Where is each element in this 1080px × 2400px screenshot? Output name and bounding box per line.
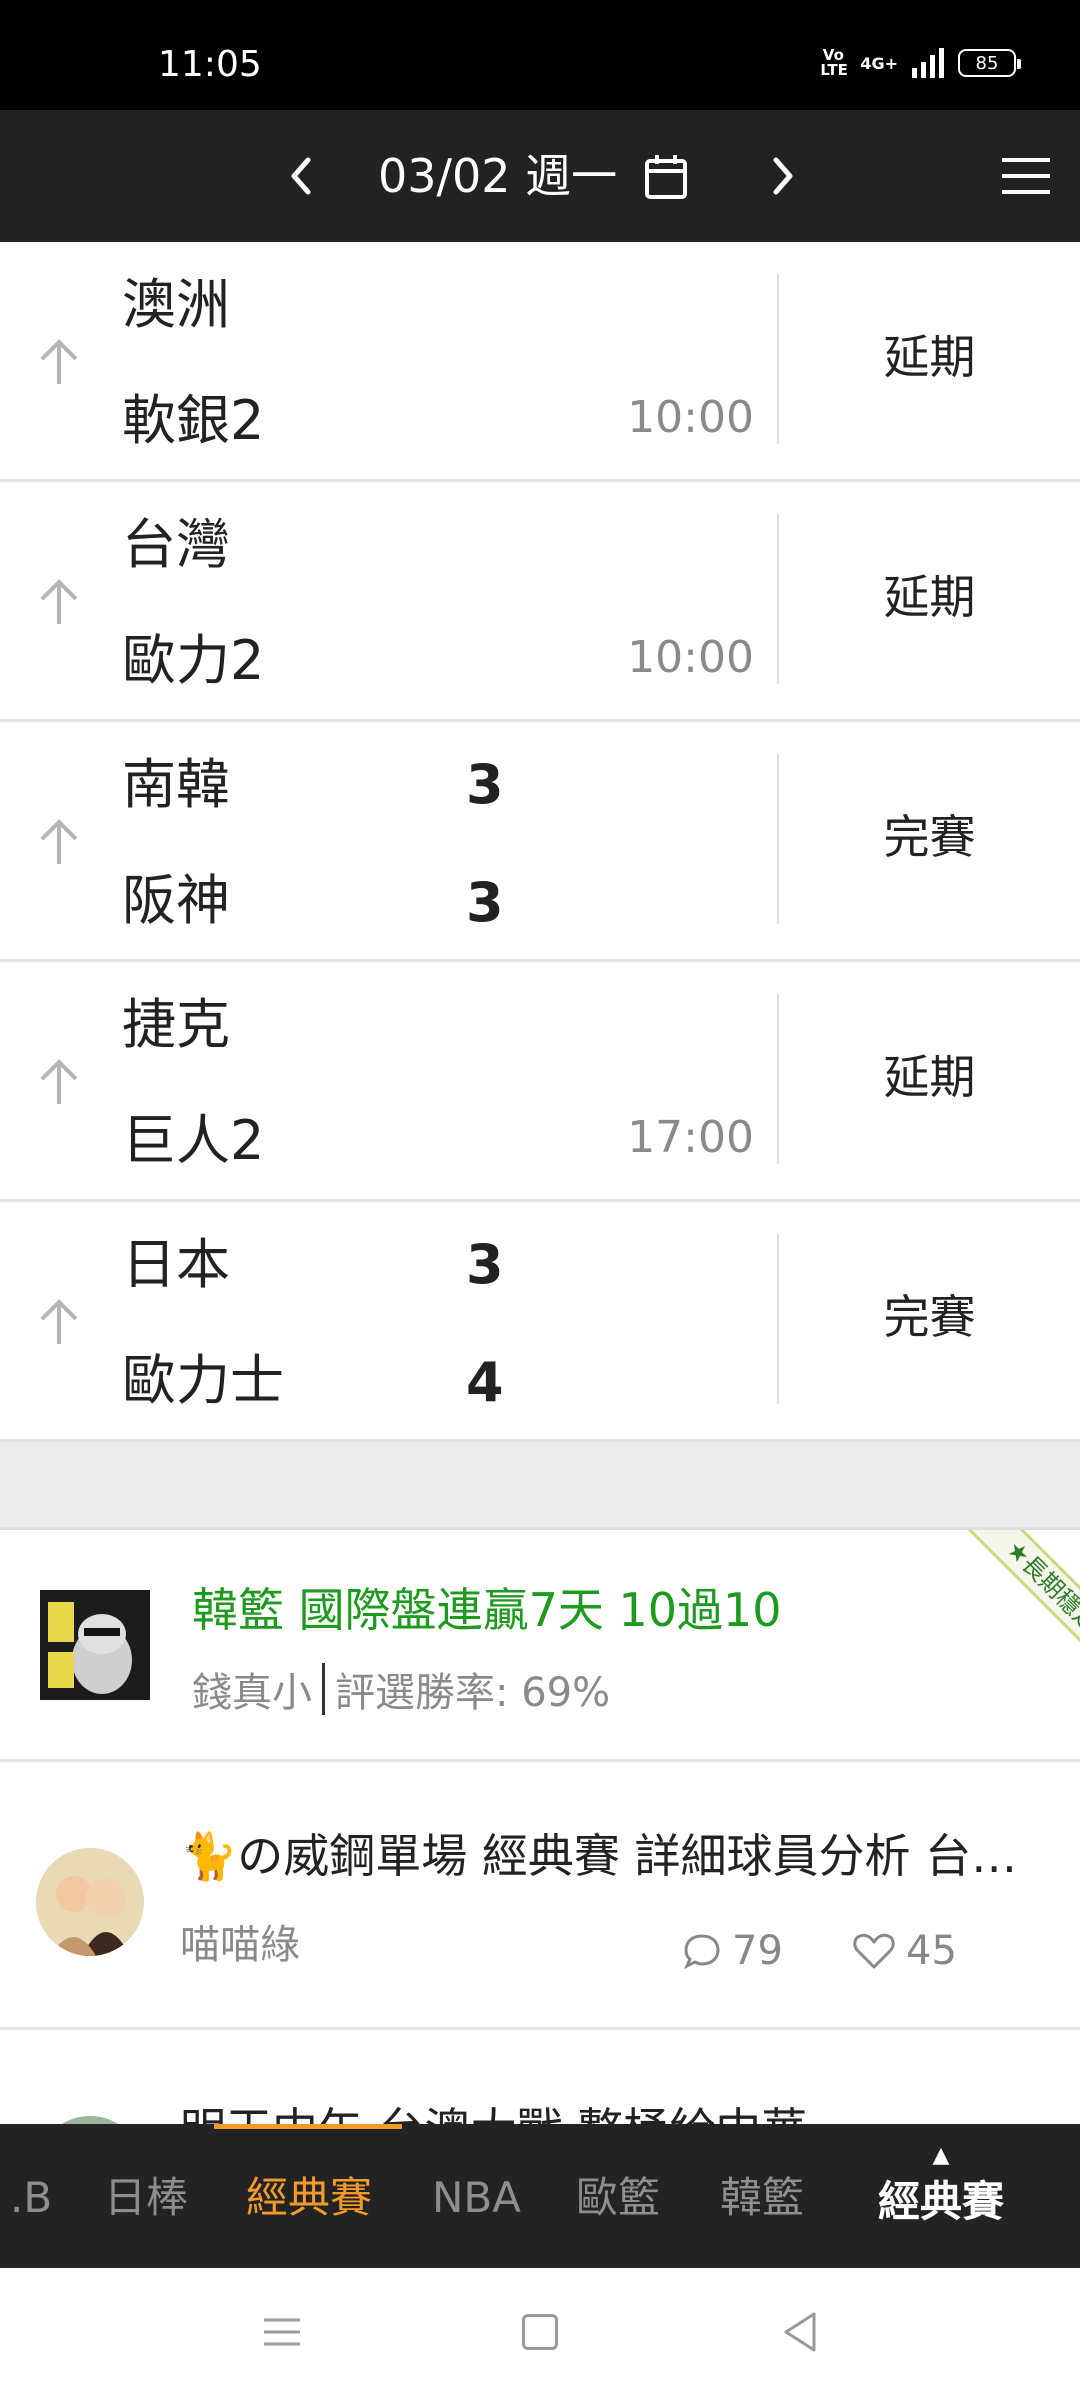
meta-divider: [322, 1663, 325, 1715]
tab-nba[interactable]: NBA: [432, 2168, 521, 2228]
home-team: 軟銀2: [122, 389, 265, 452]
badge-label: ★長期穩定★: [961, 1530, 1080, 1680]
tab-wbc[interactable]: 經典賽: [246, 2168, 372, 2228]
game-row[interactable]: 澳洲 軟銀2 10:00 延期: [0, 242, 1080, 482]
chevron-left-icon[interactable]: [272, 146, 332, 206]
status-bar: 11:05 Vo LTE 4G+ 85: [0, 0, 1080, 110]
pin-top-icon[interactable]: [34, 1054, 84, 1110]
home-icon[interactable]: [522, 2314, 558, 2350]
comment-count-label: 79: [732, 1928, 783, 1974]
home-team: 阪神: [122, 869, 230, 932]
game-row[interactable]: 南韓 阪神 3 3 完賽: [0, 722, 1080, 962]
game-status: 延期: [883, 1050, 976, 1104]
home-team: 歐力2: [122, 629, 265, 692]
category-tab-bar: .B 日棒 經典賽 NBA 歐籃 韓籃 ▲ 經典賽: [0, 2124, 1080, 2268]
game-status: 完賽: [883, 1290, 976, 1344]
tab-euro-basketball[interactable]: 歐籃: [576, 2168, 660, 2228]
home-score: 3: [466, 871, 504, 934]
calendar-icon[interactable]: [642, 152, 690, 202]
battery-icon: 85: [958, 49, 1021, 77]
post-title[interactable]: 韓籃 國際盤連贏7天 10過10: [192, 1578, 782, 1642]
date-header: 03/02 週一: [0, 110, 1080, 242]
game-row[interactable]: 日本 歐力士 3 4 完賽: [0, 1202, 1080, 1442]
like-count[interactable]: 45: [852, 1928, 957, 1974]
post-item[interactable]: 韓籃 國際盤連贏7天 10過10 錢真小 評選勝率: 69% ★長期穩定★: [0, 1530, 1080, 1762]
caret-up-icon: ▲: [932, 2143, 950, 2168]
game-status: 完賽: [883, 810, 976, 864]
home-team: 歐力士: [122, 1349, 284, 1412]
away-team: 日本: [122, 1233, 230, 1296]
game-list: 澳洲 軟銀2 10:00 延期 台灣 歐力2 10:00 延期 南韓 阪神 3 …: [0, 242, 1080, 1442]
post-item[interactable]: 明天中午 台澳大戰 整桶給中華: [0, 2030, 1080, 2130]
away-score: 3: [466, 1233, 504, 1296]
away-team: 捷克: [122, 993, 230, 1056]
tab-mlb[interactable]: .B: [10, 2168, 52, 2228]
game-time: 10:00: [627, 392, 754, 443]
status-icons: Vo LTE 4G+ 85: [820, 46, 1021, 79]
pin-top-icon[interactable]: [34, 574, 84, 630]
chevron-right-icon[interactable]: [752, 146, 812, 206]
away-score: 3: [466, 753, 504, 816]
section-separator: [0, 1442, 1080, 1530]
game-time: 17:00: [627, 1112, 754, 1163]
game-row[interactable]: 捷克 巨人2 17:00 延期: [0, 962, 1080, 1202]
network-type: 4G+: [860, 53, 898, 73]
tab-npb[interactable]: 日棒: [104, 2168, 188, 2228]
game-time: 10:00: [627, 632, 754, 683]
away-team: 南韓: [122, 753, 230, 816]
current-category-button[interactable]: ▲ 經典賽: [876, 2144, 1006, 2229]
post-author[interactable]: 錢真小: [192, 1660, 312, 1718]
tab-korea-basketball[interactable]: 韓籃: [720, 2168, 804, 2228]
post-item[interactable]: 🐈の威鋼單場 經典賽 詳細球員分析 台灣 vs 澳洲 喵喵綠 79 45: [0, 1762, 1080, 2030]
post-title[interactable]: 🐈の威鋼單場 經典賽 詳細球員分析 台灣 vs 澳洲: [180, 1824, 1040, 1888]
post-win-rate: 評選勝率: 69%: [335, 1670, 611, 1716]
home-score: 4: [466, 1351, 504, 1414]
game-status: 延期: [883, 330, 976, 384]
comment-count[interactable]: 79: [682, 1928, 783, 1974]
back-icon[interactable]: [780, 2310, 820, 2354]
like-count-label: 45: [906, 1928, 957, 1974]
signal-icon: [912, 48, 944, 78]
recent-apps-icon[interactable]: [262, 2312, 302, 2352]
avatar[interactable]: [36, 1848, 144, 1956]
active-tab-indicator: [214, 2124, 402, 2129]
pin-top-icon[interactable]: [34, 334, 84, 390]
post-meta: 錢真小 評選勝率: 69%: [192, 1660, 610, 1718]
post-thumbnail: [40, 1590, 150, 1700]
game-row[interactable]: 台灣 歐力2 10:00 延期: [0, 482, 1080, 722]
pin-top-icon[interactable]: [34, 1294, 84, 1350]
status-time: 11:05: [158, 44, 262, 85]
system-nav-bar: [0, 2268, 1080, 2400]
post-author[interactable]: 喵喵綠: [180, 1912, 300, 1970]
date-label[interactable]: 03/02 週一: [378, 146, 617, 206]
current-category-label: 經典賽: [877, 2177, 1004, 2226]
menu-icon[interactable]: [998, 154, 1054, 198]
battery-level: 85: [975, 52, 999, 74]
home-team: 巨人2: [122, 1109, 265, 1172]
volte-icon: Vo LTE: [820, 46, 848, 79]
comment-icon: [684, 1934, 720, 1970]
away-team: 澳洲: [122, 273, 230, 336]
pin-top-icon[interactable]: [34, 814, 84, 870]
away-team: 台灣: [122, 513, 230, 576]
badge-ribbon: ★長期穩定★: [930, 1530, 1080, 1680]
heart-icon: [853, 1933, 895, 1969]
game-status: 延期: [883, 570, 976, 624]
